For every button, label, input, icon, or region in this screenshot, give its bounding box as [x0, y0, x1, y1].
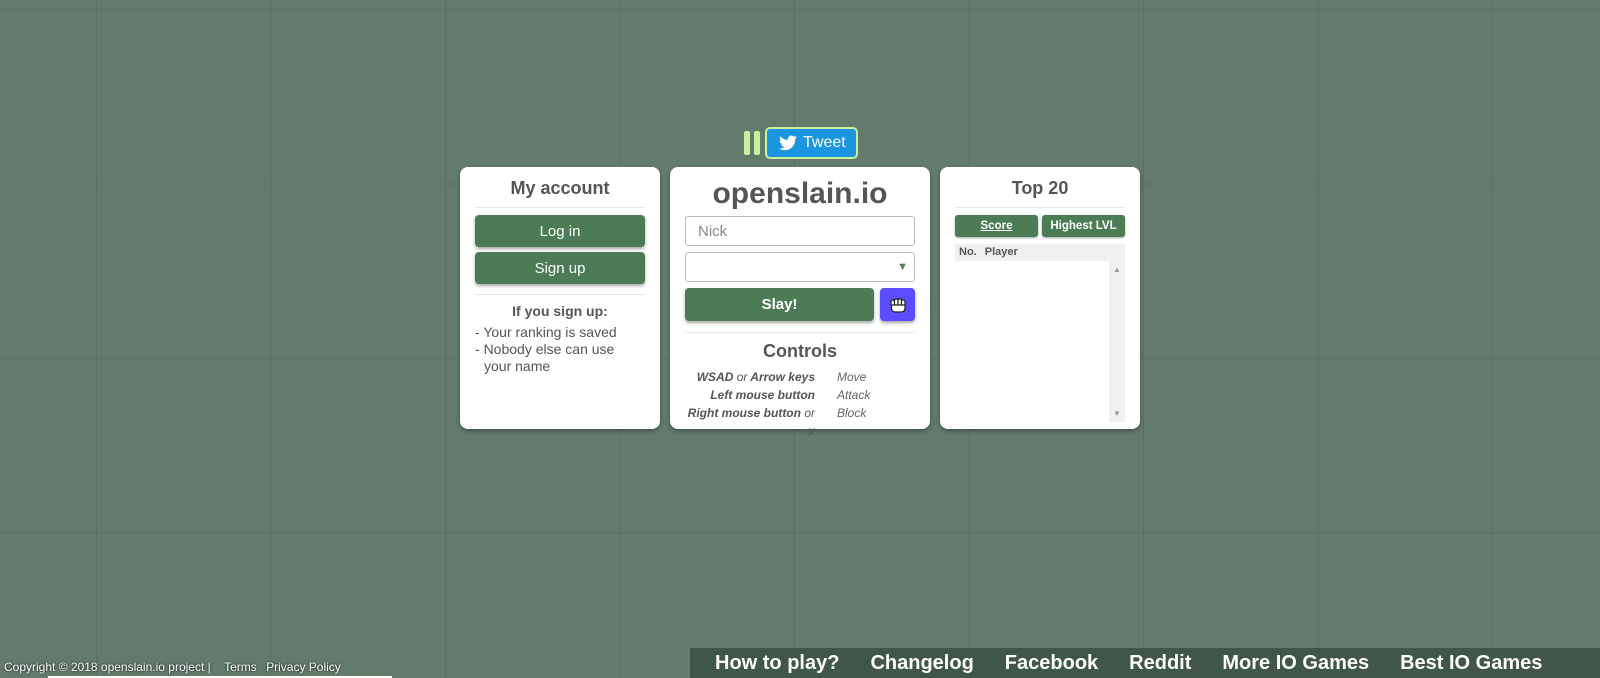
signup-button[interactable]: Sign up [475, 252, 645, 284]
divider [685, 332, 915, 333]
controls-row: Right mouse button or x Block [685, 404, 915, 438]
play-row: Slay! [685, 288, 915, 321]
signup-benefits-heading: If you sign up: [512, 303, 608, 319]
scroll-down-icon[interactable]: ▼ [1113, 409, 1121, 418]
controls-row: Left mouse button Attack [685, 386, 915, 404]
controls-table: WSAD or Arrow keys Move Left mouse butto… [685, 368, 915, 438]
copyright-text: Copyright © 2018 openslain.io project | [4, 660, 211, 674]
facebook-like-icon[interactable] [744, 130, 760, 155]
scroll-up-icon[interactable]: ▲ [1113, 265, 1121, 274]
control-key: Left mouse button [710, 388, 815, 402]
terms-link[interactable]: Terms [224, 660, 257, 674]
list-item: Your ranking is saved [475, 324, 645, 341]
copyright-notice: Copyright © 2018 openslain.io project | … [4, 660, 341, 674]
signup-benefits-list: Your ranking is saved Nobody else can us… [475, 324, 645, 375]
facebook-link[interactable]: Facebook [1005, 652, 1098, 675]
social-bar: Tweet [744, 126, 858, 159]
tweet-label: Tweet [803, 133, 846, 151]
fist-button[interactable] [880, 288, 915, 321]
game-title: openslain.io [712, 177, 888, 210]
control-action: Move [837, 370, 867, 384]
controls-title: Controls [763, 341, 837, 361]
column-header: Player [984, 246, 1018, 258]
nick-input[interactable] [685, 216, 915, 246]
list-item: Nobody else can use your name [475, 341, 645, 375]
control-key: WSAD or Arrow keys [696, 370, 815, 384]
privacy-policy-link[interactable]: Privacy Policy [266, 660, 341, 674]
leaderboard-table: No. Player ▲ ▼ [955, 244, 1125, 422]
scrollbar[interactable]: ▲ ▼ [1109, 261, 1125, 422]
tab-highest-lvl[interactable]: Highest LVL [1042, 215, 1125, 237]
leaderboard-list [955, 261, 1109, 422]
changelog-link[interactable]: Changelog [870, 652, 973, 675]
account-title: My account [475, 175, 645, 208]
play-panel: openslain.io ▼ Slay! Controls WSAD or Ar… [670, 167, 930, 438]
tab-score[interactable]: Score [955, 215, 1038, 237]
fist-icon [889, 297, 906, 313]
more-io-games-link[interactable]: More IO Games [1222, 652, 1369, 675]
twitter-bird-icon [779, 135, 797, 150]
leaderboard-title: Top 20 [955, 175, 1125, 208]
account-panel: My account Log in Sign up If you sign up… [460, 167, 660, 429]
column-header: No. [959, 246, 977, 258]
footer-links-bar: How to play? Changelog Facebook Reddit M… [690, 648, 1600, 678]
reddit-link[interactable]: Reddit [1129, 652, 1191, 675]
leaderboard-panel: Top 20 Score Highest LVL No. Player ▲ ▼ [940, 167, 1140, 429]
leaderboard-tabs: Score Highest LVL [955, 215, 1125, 237]
divider [475, 294, 645, 295]
play-button[interactable]: Slay! [685, 288, 874, 321]
chevron-down-icon: ▼ [897, 261, 908, 273]
best-io-games-link[interactable]: Best IO Games [1400, 652, 1542, 675]
control-action: Attack [837, 388, 871, 402]
login-button[interactable]: Log in [475, 215, 645, 247]
how-to-play-link[interactable]: How to play? [715, 652, 839, 675]
control-action: Block [837, 406, 867, 420]
table-header: No. Player [955, 244, 1125, 261]
control-key: Right mouse button or x [687, 406, 815, 438]
server-select[interactable]: ▼ [685, 252, 915, 282]
controls-row: WSAD or Arrow keys Move [685, 368, 915, 386]
tweet-button[interactable]: Tweet [765, 126, 858, 159]
